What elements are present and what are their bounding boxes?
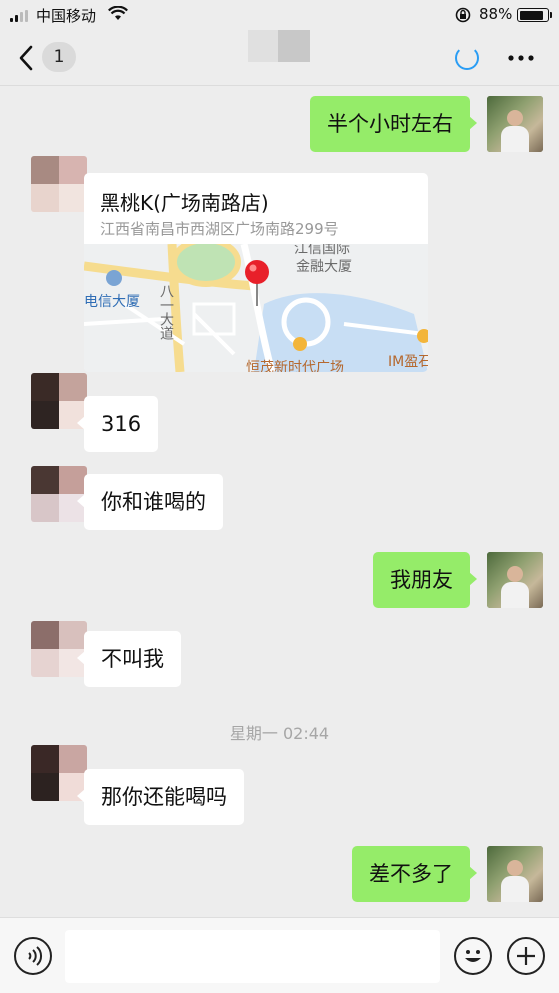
map-label: 金融大厦 [296,259,352,275]
signal-icon [10,10,30,22]
rotation-lock-icon [455,7,471,23]
location-card[interactable]: 黑桃K(广场南路店) 江西省南昌市西湖区广场南路299号 江信国际 金融大厦 电… [84,173,428,372]
carrier-name: 中国移动 [36,7,97,25]
contact-avatar[interactable] [31,621,87,677]
contact-avatar[interactable] [31,156,87,212]
my-avatar[interactable] [487,96,543,152]
chat-header: 1 [0,30,559,86]
message-bubble-outgoing[interactable]: 我朋友 [373,552,477,608]
emoji-icon[interactable] [454,937,492,975]
message-bubble-outgoing[interactable]: 差不多了 [352,846,477,902]
map-label: 江信国际 [294,244,350,257]
status-bar: 中国移动 88% [0,0,559,30]
map-image: 江信国际 金融大厦 电信大厦 八一大道 恒茂新时代广场 IM盈石 [84,244,428,372]
voice-icon[interactable] [14,937,52,975]
loading-icon [455,46,479,70]
map-label: IM盈石 [388,354,428,370]
chat-title-blurred [248,30,310,62]
location-address: 江西省南昌市西湖区广场南路299号 [100,220,339,238]
message-bubble-incoming[interactable]: 316 [76,396,159,452]
my-avatar[interactable] [487,846,543,902]
back-arrow-icon[interactable] [16,44,36,72]
my-avatar[interactable] [487,552,543,608]
battery-percent: 88% [479,5,513,23]
more-icon[interactable] [507,50,535,66]
message-bubble-incoming[interactable]: 你和谁喝的 [77,474,223,530]
location-map: 江信国际 金融大厦 电信大厦 八一大道 恒茂新时代广场 IM盈石 [84,244,428,372]
map-label: 电信大厦 [84,294,140,310]
map-label: 八一大道 [158,284,174,341]
unread-count-badge[interactable]: 1 [42,42,76,72]
message-input[interactable] [65,930,440,983]
map-label: 恒茂新时代广场 [246,359,344,372]
map-pin-icon [245,260,269,284]
battery-icon [517,8,549,22]
input-bar [0,917,559,993]
wifi-icon [108,6,128,20]
plus-icon[interactable] [507,937,545,975]
location-name: 黑桃K(广场南路店) [100,191,269,215]
message-bubble-incoming[interactable]: 那你还能喝吗 [77,769,244,825]
message-bubble-incoming[interactable]: 不叫我 [77,631,181,687]
message-bubble-outgoing[interactable]: 半个小时左右 [310,96,477,152]
time-separator: 星期一 02:44 [229,724,330,743]
